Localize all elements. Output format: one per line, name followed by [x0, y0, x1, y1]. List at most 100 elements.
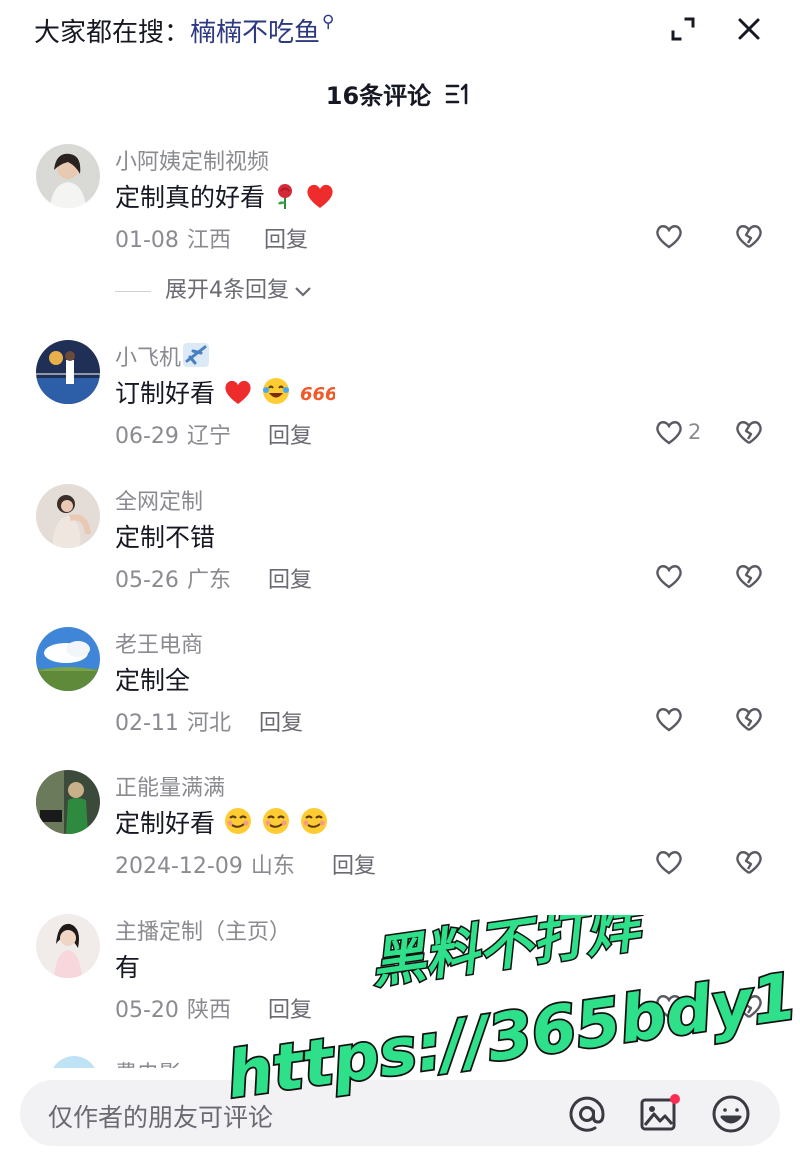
broken-heart-icon: [736, 225, 762, 248]
username-text: 小飞机: [115, 346, 182, 371]
avatar[interactable]: [36, 770, 100, 834]
search-prefix: 大家都在搜：: [34, 18, 191, 48]
search-suggestion[interactable]: 大家都在搜：楠楠不吃鱼 ⚲: [34, 12, 334, 49]
avatar[interactable]: [36, 914, 100, 978]
reply-button[interactable]: 回复: [268, 992, 312, 1024]
comment-text-content: 定制不错: [115, 523, 216, 552]
comment-input-bar: 仅作者的朋友可评论: [0, 1068, 800, 1158]
avatar[interactable]: [36, 627, 100, 691]
image-icon[interactable]: [638, 1093, 680, 1135]
comment-date: 2024-12-09: [115, 854, 243, 879]
dislike-button[interactable]: [734, 418, 764, 446]
rose-emoji: [273, 182, 297, 216]
like-button[interactable]: 2: [654, 418, 701, 448]
like-button[interactable]: [654, 992, 688, 1022]
comment-text-content: 定制好看: [115, 809, 216, 838]
dislike-button[interactable]: [734, 562, 764, 590]
reply-button[interactable]: 回复: [268, 562, 312, 594]
like-button[interactable]: [654, 705, 688, 735]
heart-icon: [656, 565, 682, 589]
comment-input[interactable]: 仅作者的朋友可评论: [20, 1080, 780, 1146]
partial-comment-item: 费电影: [0, 1056, 800, 1068]
heart-icon: [656, 995, 682, 1019]
comment-location: 山东: [250, 854, 295, 879]
smiley-icon[interactable]: [710, 1093, 752, 1135]
heart-icon: [656, 708, 682, 732]
comment-username[interactable]: 全网定制: [115, 484, 203, 516]
broken-heart-icon: [736, 565, 762, 588]
comment-username[interactable]: 主播定制（主页）: [115, 914, 291, 946]
comment-meta: 05-26 广东: [115, 562, 231, 594]
comment-date: 05-20: [115, 998, 179, 1023]
smirk-emoji: [261, 806, 291, 842]
comment-meta: 06-29 辽宁: [115, 418, 231, 450]
comment-count: 16条评论: [325, 82, 432, 110]
comment-text: 有: [115, 948, 140, 984]
comment-text: 定制全: [115, 661, 190, 697]
expand-replies-button[interactable]: 展开4条回复: [115, 272, 313, 304]
avatar[interactable]: [36, 340, 100, 404]
dislike-button[interactable]: [734, 705, 764, 733]
comment-username[interactable]: 小飞机: [115, 340, 211, 375]
comment-text-content: 定制真的好看: [115, 183, 266, 212]
watermark-line1: 黑料不打烊: [367, 915, 650, 995]
comment-meta: 01-08 江西: [115, 222, 231, 254]
close-icon[interactable]: [734, 14, 764, 44]
comment-username[interactable]: 正能量满满: [115, 770, 225, 802]
avatar[interactable]: [36, 144, 100, 208]
laughing-tears-emoji: [261, 376, 291, 412]
comment-username[interactable]: 费电影: [115, 1056, 181, 1068]
comment-location: 陕西: [186, 998, 231, 1023]
divider: [115, 290, 151, 292]
comment-meta: 05-20 陕西: [115, 992, 231, 1024]
comment-username[interactable]: 小阿姨定制视频: [115, 144, 269, 176]
at-icon[interactable]: [566, 1093, 608, 1135]
dislike-button[interactable]: [734, 992, 764, 1020]
like-button[interactable]: [654, 222, 688, 252]
comment-location: 河北: [186, 711, 231, 736]
comment-date: 05-26: [115, 568, 179, 593]
chevron-down-icon: [295, 287, 311, 297]
reply-button[interactable]: 回复: [268, 418, 312, 450]
broken-heart-icon: [736, 421, 762, 444]
heart-icon: [656, 225, 682, 249]
reply-button[interactable]: 回复: [264, 222, 308, 254]
broken-heart-icon: [736, 995, 762, 1018]
comment-location: 辽宁: [186, 424, 231, 449]
notification-dot: [670, 1094, 680, 1104]
search-icon: ⚲: [322, 12, 335, 32]
comment-username[interactable]: 老王电商: [115, 627, 203, 659]
like-button[interactable]: [654, 562, 688, 592]
avatar[interactable]: [36, 484, 100, 548]
heart-icon: [656, 421, 682, 445]
comment-meta: 2024-12-09 山东: [115, 848, 295, 880]
comment-location: 广东: [186, 568, 231, 593]
expand-icon[interactable]: [668, 14, 698, 44]
comment-location: 江西: [186, 228, 231, 253]
smirk-emoji: [299, 806, 329, 842]
like-button[interactable]: [654, 848, 688, 878]
red-heart-emoji: [305, 182, 335, 216]
comment-date: 02-11: [115, 711, 179, 736]
avatar[interactable]: [50, 1056, 98, 1068]
reply-button[interactable]: 回复: [259, 705, 303, 737]
dislike-button[interactable]: [734, 848, 764, 876]
comment-date: 01-08: [115, 228, 179, 253]
broken-heart-icon: [736, 708, 762, 731]
comment-date: 06-29: [115, 424, 179, 449]
smirk-emoji: [223, 806, 253, 842]
comment-meta: 02-11 河北: [115, 705, 231, 737]
comment-text-content: 有: [115, 953, 141, 982]
expand-replies-label: 展开4条回复: [165, 278, 289, 303]
dislike-button[interactable]: [734, 222, 764, 250]
comment-text-content: 定制全: [115, 666, 191, 695]
comment-text: 订制好看 666: [115, 374, 338, 412]
broken-heart-icon: [736, 851, 762, 874]
reply-button[interactable]: 回复: [332, 848, 376, 880]
sort-icon[interactable]: [444, 81, 474, 107]
comment-text-content: 订制好看: [115, 379, 216, 408]
svg-text:666: 666: [300, 384, 335, 405]
search-term[interactable]: 楠楠不吃鱼: [190, 18, 320, 48]
comment-text: 定制好看: [115, 804, 329, 842]
666-emoji: 666: [299, 378, 338, 412]
